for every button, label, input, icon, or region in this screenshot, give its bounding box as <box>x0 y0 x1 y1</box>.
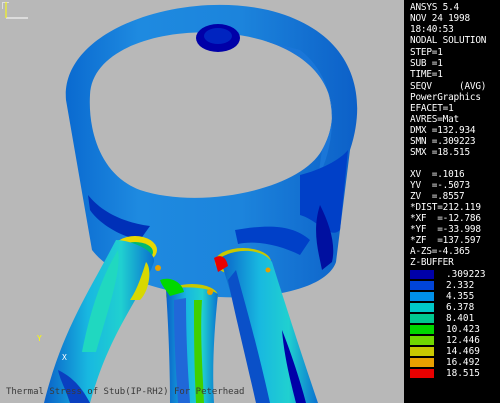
stress-contour-plot <box>44 4 358 403</box>
legend-value: 16.492 <box>446 357 480 368</box>
view-zv: ZV =.8557 <box>410 191 465 202</box>
legend-value: 6.378 <box>446 302 475 313</box>
time-value: TIME=1 <box>410 69 443 80</box>
legend-swatch <box>410 347 434 356</box>
legend-swatch <box>410 358 434 367</box>
cylinder-interior <box>89 32 333 198</box>
legend-swatch <box>410 292 434 301</box>
legend-value: 14.469 <box>446 346 480 357</box>
graphics-viewport[interactable]: X Y Thermal Stress of Stub(IP-RH2) For P… <box>0 0 404 403</box>
view-yv: YV =-.5073 <box>410 180 470 191</box>
legend-swatch <box>410 281 434 290</box>
view-yf: *YF =-33.998 <box>410 224 481 235</box>
triad-y-label: Y <box>37 334 42 343</box>
step-value: STEP=1 <box>410 47 443 58</box>
result-item: SEQV (AVG) <box>410 81 487 92</box>
axis-triad-icon <box>5 2 28 19</box>
smx-value: SMX =18.515 <box>410 147 470 158</box>
efacet-value: EFACET=1 <box>410 103 454 114</box>
pipe-middle <box>166 287 218 403</box>
legend-value: 10.423 <box>446 324 480 335</box>
triad-x-label: X <box>62 353 67 362</box>
legend-swatch <box>410 270 434 279</box>
solution-type: NODAL SOLUTION <box>410 35 487 46</box>
sub-value: SUB =1 <box>410 58 443 69</box>
view-dist: *DIST=212.119 <box>410 202 481 213</box>
view-xf: *XF =-12.786 <box>410 213 481 224</box>
program-name: ANSYS 5.4 <box>410 2 459 13</box>
legend-swatch <box>410 303 434 312</box>
legend-value: 18.515 <box>446 368 480 379</box>
info-legend-panel: ANSYS 5.4 NOV 24 1998 18:40:53 NODAL SOL… <box>404 0 500 403</box>
view-zbuffer: Z-BUFFER <box>410 257 454 268</box>
legend-value: 12.446 <box>446 335 480 346</box>
legend-value: .309223 <box>446 269 486 280</box>
smn-value: SMN =.309223 <box>410 136 476 147</box>
legend-swatch <box>410 325 434 334</box>
legend-swatch <box>410 314 434 323</box>
legend-value: 2.332 <box>446 280 475 291</box>
run-time: 18:40:53 <box>410 24 454 35</box>
graphics-mode: PowerGraphics <box>410 92 481 103</box>
avres-value: AVRES=Mat <box>410 114 459 125</box>
legend-value: 4.355 <box>446 291 475 302</box>
run-date: NOV 24 1998 <box>410 13 470 24</box>
legend-swatch <box>410 336 434 345</box>
dmx-value: DMX =132.934 <box>410 125 476 136</box>
view-zf: *ZF =137.597 <box>410 235 481 246</box>
view-xv: XV =.1016 <box>410 169 465 180</box>
view-azs: A-ZS=-4.365 <box>410 246 470 257</box>
legend-swatch <box>410 369 434 378</box>
legend-value: 8.401 <box>446 313 475 324</box>
plot-caption: Thermal Stress of Stub(IP-RH2) For Peter… <box>6 387 245 397</box>
